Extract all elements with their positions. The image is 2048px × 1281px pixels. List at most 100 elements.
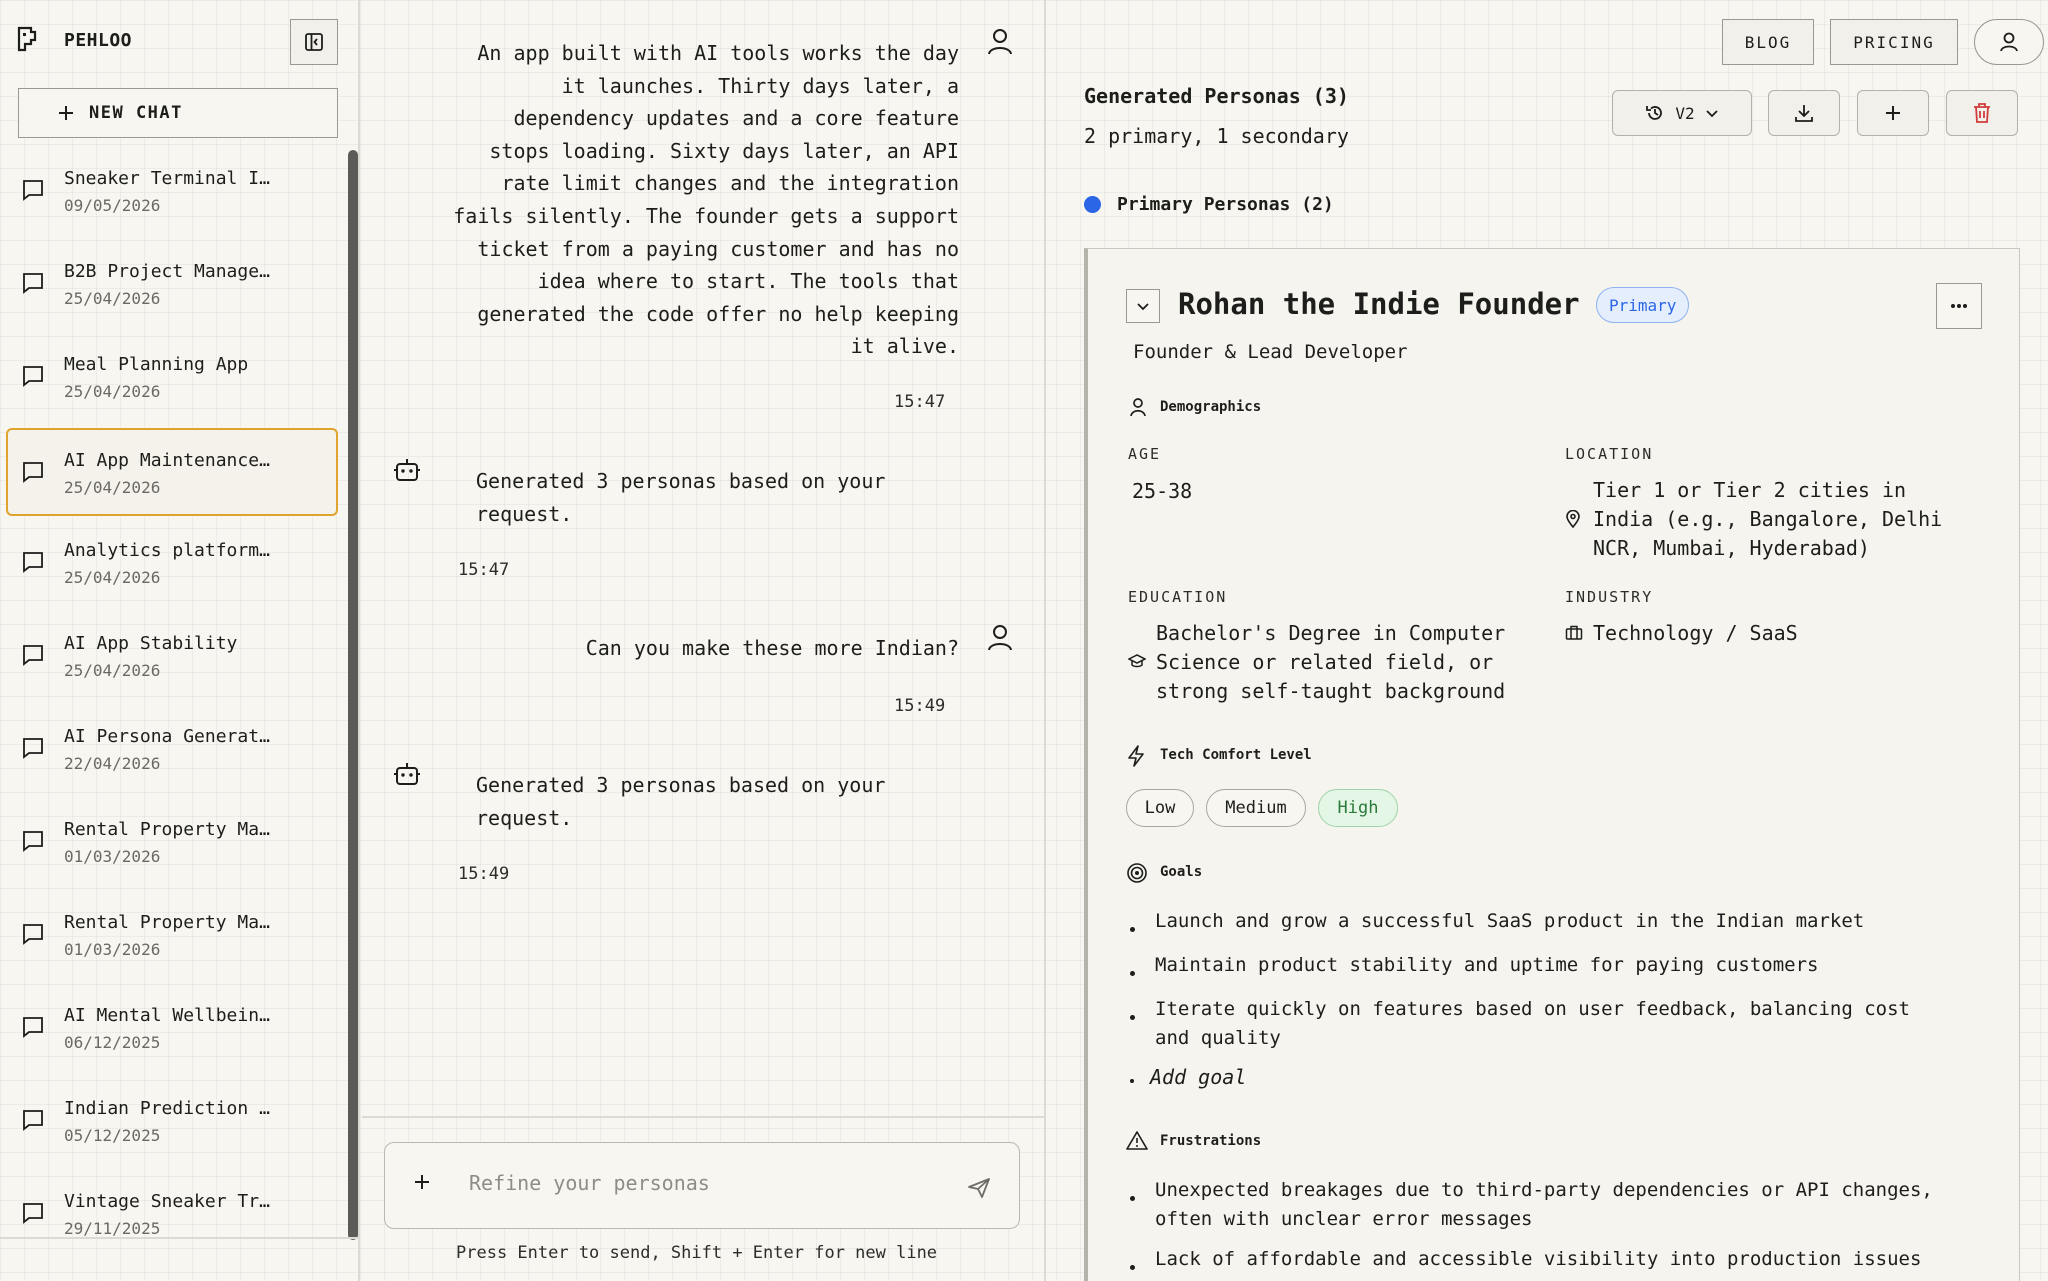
chat-bubble-icon bbox=[22, 830, 44, 852]
primary-indicator-dot bbox=[1084, 196, 1101, 213]
attach-plus-icon[interactable] bbox=[413, 1173, 431, 1191]
logo-icon bbox=[16, 26, 38, 52]
message-time: 15:47 bbox=[894, 392, 946, 412]
chat-bubble-icon bbox=[22, 461, 44, 483]
chat-bubble-icon bbox=[22, 1016, 44, 1038]
demographics-heading: Demographics bbox=[1160, 399, 1262, 415]
goals-heading: Goals bbox=[1160, 864, 1203, 880]
sidebar-scrollbar[interactable] bbox=[348, 150, 358, 1240]
input-hint: Press Enter to send, Shift + Enter for n… bbox=[456, 1243, 938, 1263]
tech-level-medium[interactable]: Medium bbox=[1206, 789, 1306, 827]
user-avatar-icon bbox=[986, 27, 1014, 57]
bullet-icon bbox=[1130, 971, 1135, 976]
bullet-icon bbox=[1130, 1265, 1135, 1270]
chat-title: Rental Property Ma… bbox=[64, 819, 270, 840]
send-icon[interactable] bbox=[967, 1177, 991, 1199]
frustration-item[interactable]: Unexpected breakages due to third-party … bbox=[1155, 1176, 1933, 1234]
education-value: Bachelor's Degree in Computer Science or… bbox=[1156, 619, 1505, 706]
refine-personas-input[interactable] bbox=[469, 1171, 939, 1195]
message-line: it alive. bbox=[850, 334, 959, 359]
download-button[interactable] bbox=[1768, 90, 1840, 136]
location-value: Tier 1 or Tier 2 cities in India (e.g., … bbox=[1593, 476, 1942, 563]
chat-history-item[interactable]: Rental Property Ma… 01/03/2026 bbox=[6, 797, 338, 885]
collapse-card-button[interactable] bbox=[1126, 289, 1160, 323]
education-label: EDUCATION bbox=[1128, 588, 1228, 606]
user-message: An app built with AI tools works the day… bbox=[453, 37, 959, 363]
version-selector[interactable]: V2 bbox=[1612, 90, 1752, 136]
chat-input-divider bbox=[362, 1116, 1046, 1118]
frustration-item[interactable]: Lack of affordable and accessible visibi… bbox=[1155, 1245, 1921, 1274]
message-line: dependency updates and a core feature bbox=[513, 106, 959, 131]
message-time: 15:49 bbox=[458, 864, 510, 884]
add-persona-button[interactable] bbox=[1857, 90, 1929, 136]
pricing-link[interactable]: PRICING bbox=[1830, 19, 1958, 65]
more-options-button[interactable] bbox=[1936, 283, 1982, 329]
persona-name: Rohan the Indie Founder bbox=[1178, 287, 1580, 321]
chat-history-item[interactable]: Analytics platform… 25/04/2026 bbox=[6, 518, 338, 606]
chat-date: 05/12/2025 bbox=[64, 1126, 161, 1145]
new-chat-button[interactable]: NEW CHAT bbox=[18, 88, 338, 138]
chat-date: 25/04/2026 bbox=[64, 289, 161, 308]
bullet-icon bbox=[1130, 1079, 1134, 1083]
delete-button[interactable] bbox=[1946, 90, 2018, 136]
chat-history-item[interactable]: Rental Property Ma… 01/03/2026 bbox=[6, 890, 338, 978]
sidebar-divider bbox=[0, 1237, 360, 1239]
add-goal-button[interactable]: Add goal bbox=[1150, 1065, 1246, 1089]
person-icon bbox=[1128, 397, 1148, 417]
bullet-icon bbox=[1130, 1015, 1135, 1020]
chat-title: Vintage Sneaker Tr… bbox=[64, 1191, 270, 1212]
chat-date: 29/11/2025 bbox=[64, 1219, 161, 1236]
chat-history-item[interactable]: AI App Stability 25/04/2026 bbox=[6, 611, 338, 699]
chat-history-item[interactable]: Vintage Sneaker Tr… 29/11/2025 bbox=[6, 1169, 338, 1236]
trash-icon bbox=[1974, 103, 1990, 123]
chat-history-item[interactable]: Meal Planning App 25/04/2026 bbox=[6, 332, 338, 420]
bot-avatar-icon bbox=[393, 760, 421, 788]
message-line: Can you make these more Indian? bbox=[585, 636, 959, 660]
chat-history-item[interactable]: Indian Prediction … 05/12/2025 bbox=[6, 1076, 338, 1164]
sidebar-toggle-icon bbox=[305, 33, 323, 51]
goal-item[interactable]: Maintain product stability and uptime fo… bbox=[1155, 951, 1818, 980]
chat-date: 25/04/2026 bbox=[64, 382, 161, 401]
tech-level-low[interactable]: Low bbox=[1126, 789, 1194, 827]
chat-bubble-icon bbox=[22, 365, 44, 387]
goal-item[interactable]: Iterate quickly on features based on use… bbox=[1155, 995, 1910, 1053]
target-icon bbox=[1126, 862, 1147, 883]
chevron-down-icon bbox=[1705, 110, 1718, 118]
goal-item[interactable]: Launch and grow a successful SaaS produc… bbox=[1155, 907, 1864, 936]
message-line: request. bbox=[476, 805, 573, 830]
message-time: 15:49 bbox=[894, 696, 946, 716]
chat-bubble-icon bbox=[22, 1202, 44, 1224]
chat-history-item[interactable]: Sneaker Terminal I… 09/05/2026 bbox=[6, 146, 338, 234]
chat-history-item[interactable]: AI Persona Generat… 22/04/2026 bbox=[6, 704, 338, 792]
chat-bubble-icon bbox=[22, 272, 44, 294]
frustrations-heading: Frustrations bbox=[1160, 1133, 1262, 1149]
education-line: Science or related field, or bbox=[1156, 650, 1494, 674]
collapse-sidebar-button[interactable] bbox=[290, 19, 338, 65]
chat-history-item[interactable]: AI Mental Wellbein… 06/12/2025 bbox=[6, 983, 338, 1071]
chat-title: Analytics platform… bbox=[64, 540, 270, 561]
persona-role: Founder & Lead Developer bbox=[1133, 341, 1408, 363]
chevron-down-icon bbox=[1137, 303, 1149, 311]
chat-date: 06/12/2025 bbox=[64, 1033, 161, 1052]
chat-history-item-active[interactable]: AI App Maintenance… 25/04/2026 bbox=[6, 428, 338, 516]
blog-link[interactable]: BLOG bbox=[1722, 19, 1814, 65]
profile-button[interactable] bbox=[1974, 19, 2044, 65]
message-line: stops loading. Sixty days later, an API bbox=[489, 138, 959, 163]
download-icon bbox=[1795, 105, 1813, 122]
warning-icon bbox=[1126, 1130, 1148, 1150]
frustration-line: often with unclear error messages bbox=[1155, 1208, 1533, 1230]
chat-title: B2B Project Manage… bbox=[64, 261, 270, 282]
chat-date: 01/03/2026 bbox=[64, 847, 161, 866]
chat-bubble-icon bbox=[22, 179, 44, 201]
tech-level-high[interactable]: High bbox=[1318, 789, 1398, 827]
history-icon bbox=[1646, 106, 1663, 120]
industry-value: Technology / SaaS bbox=[1593, 621, 1798, 645]
goal-line: Launch and grow a successful SaaS produc… bbox=[1155, 910, 1865, 932]
education-line: strong self-taught background bbox=[1156, 679, 1506, 703]
goal-line: Maintain product stability and uptime fo… bbox=[1155, 954, 1819, 976]
chat-history-item[interactable]: B2B Project Manage… 25/04/2026 bbox=[6, 239, 338, 327]
new-chat-label: NEW CHAT bbox=[89, 103, 183, 123]
chat-input-container bbox=[384, 1142, 1020, 1229]
message-line: idea where to start. The tools that bbox=[537, 269, 959, 294]
personas-subtitle: 2 primary, 1 secondary bbox=[1084, 124, 1349, 148]
